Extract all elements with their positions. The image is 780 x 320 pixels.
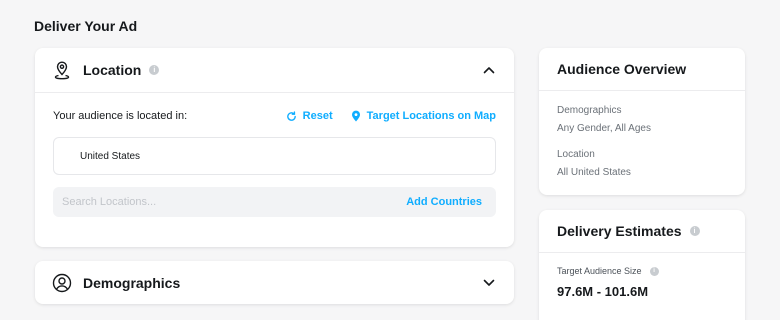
overview-demographics-label: Demographics [557, 105, 622, 116]
user-circle-icon [51, 272, 73, 294]
demographics-title: Demographics [83, 274, 181, 291]
demographics-card-header[interactable]: Demographics [35, 261, 514, 304]
audience-location-row: Your audience is located in: Reset Targe… [53, 110, 496, 122]
location-title: Location [83, 62, 142, 78]
location-search-row: Add Countries [53, 187, 496, 217]
chevron-down-icon[interactable] [480, 274, 498, 292]
info-icon[interactable]: i [149, 65, 160, 75]
map-marker-icon [351, 110, 360, 122]
search-locations-input[interactable] [62, 196, 407, 208]
delivery-estimates-title: Delivery Estimates [557, 223, 682, 239]
target-audience-size-row: Target Audience Size i [557, 266, 659, 276]
demographics-card: Demographics [35, 261, 514, 304]
target-audience-size-value: 97.6M - 101.6M [557, 284, 649, 299]
overview-location-section: Location All United States [557, 149, 631, 178]
info-icon[interactable]: i [649, 266, 659, 276]
info-icon[interactable]: i [689, 226, 700, 236]
reset-button[interactable]: Reset [286, 110, 333, 122]
target-locations-on-map-button[interactable]: Target Locations on Map [351, 110, 496, 122]
audience-overview-title: Audience Overview [539, 48, 745, 91]
page-title: Deliver Your Ad [34, 18, 138, 34]
map-pin-icon [51, 59, 73, 81]
overview-location-value: All United States [557, 167, 631, 178]
add-countries-button[interactable]: Add Countries [406, 196, 482, 208]
overview-demographics-section: Demographics Any Gender, All Ages [557, 105, 651, 134]
location-card-header[interactable]: Location i [35, 48, 514, 93]
refresh-icon [286, 110, 296, 121]
audience-overview-card: Audience Overview Demographics Any Gende… [539, 48, 745, 195]
delivery-estimates-card: Delivery Estimates i Target Audience Siz… [539, 210, 745, 320]
chevron-up-icon[interactable] [480, 61, 498, 79]
overview-location-label: Location [557, 149, 595, 160]
selected-locations-box[interactable]: United States [53, 137, 496, 175]
delivery-estimates-header: Delivery Estimates i [539, 210, 745, 253]
reset-label: Reset [302, 110, 333, 122]
target-audience-size-label: Target Audience Size [557, 266, 642, 276]
selected-location-item: United States [80, 150, 141, 162]
audience-location-label: Your audience is located in: [53, 110, 188, 122]
location-card: Location i Your audience is located in: … [35, 48, 514, 247]
target-locations-on-map-label: Target Locations on Map [366, 110, 496, 122]
overview-demographics-value: Any Gender, All Ages [557, 123, 651, 134]
